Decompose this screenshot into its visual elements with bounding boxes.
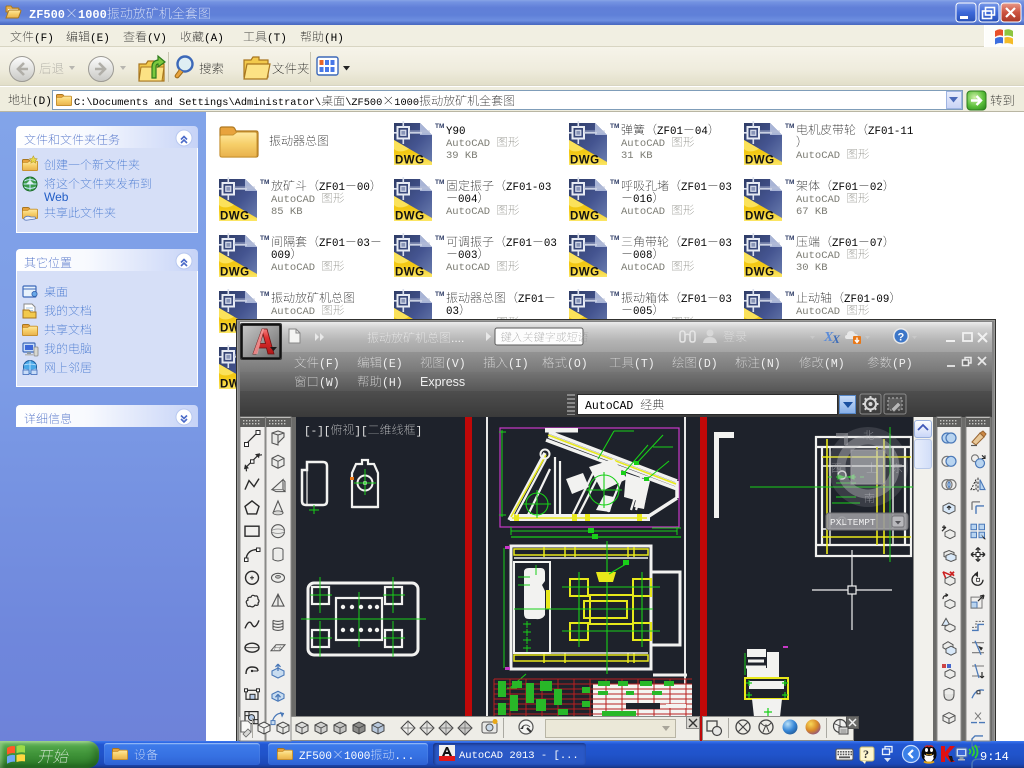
svg-text:[-][: [-][ (304, 426, 330, 438)
svg-text:(P): (P) (892, 358, 913, 371)
svg-text:....: .... (451, 331, 464, 345)
svg-text:(O): (O) (567, 358, 588, 371)
svg-text:(T): (T) (634, 358, 655, 371)
svg-text:...: ... (394, 751, 414, 763)
svg-text:(V): (V) (445, 358, 466, 371)
svg-text:(W): (W) (319, 377, 340, 390)
svg-text:X: X (831, 332, 841, 346)
svg-text:PXLTEMPT: PXLTEMPT (830, 517, 876, 528)
svg-text:?: ? (898, 332, 905, 344)
svg-text:(D): (D) (697, 358, 718, 371)
svg-text:(F): (F) (319, 358, 340, 371)
svg-text:1000: 1000 (344, 751, 370, 763)
svg-text:Express: Express (420, 375, 465, 389)
svg-text:9:14: 9:14 (980, 750, 1009, 764)
svg-text:(E): (E) (382, 358, 403, 371)
svg-text:(M): (M) (824, 358, 845, 371)
svg-text:(H): (H) (382, 377, 403, 390)
svg-text:]: ] (416, 426, 423, 438)
svg-text:(I): (I) (508, 358, 529, 371)
svg-text:(N): (N) (760, 358, 781, 371)
svg-text:AutoCAD 2013 - [...: AutoCAD 2013 - [... (459, 750, 579, 762)
svg-text:][: ][ (354, 426, 367, 438)
svg-text:AutoCAD: AutoCAD (585, 400, 633, 413)
svg-text:?: ? (863, 747, 869, 761)
svg-text:ZF500: ZF500 (299, 751, 332, 763)
